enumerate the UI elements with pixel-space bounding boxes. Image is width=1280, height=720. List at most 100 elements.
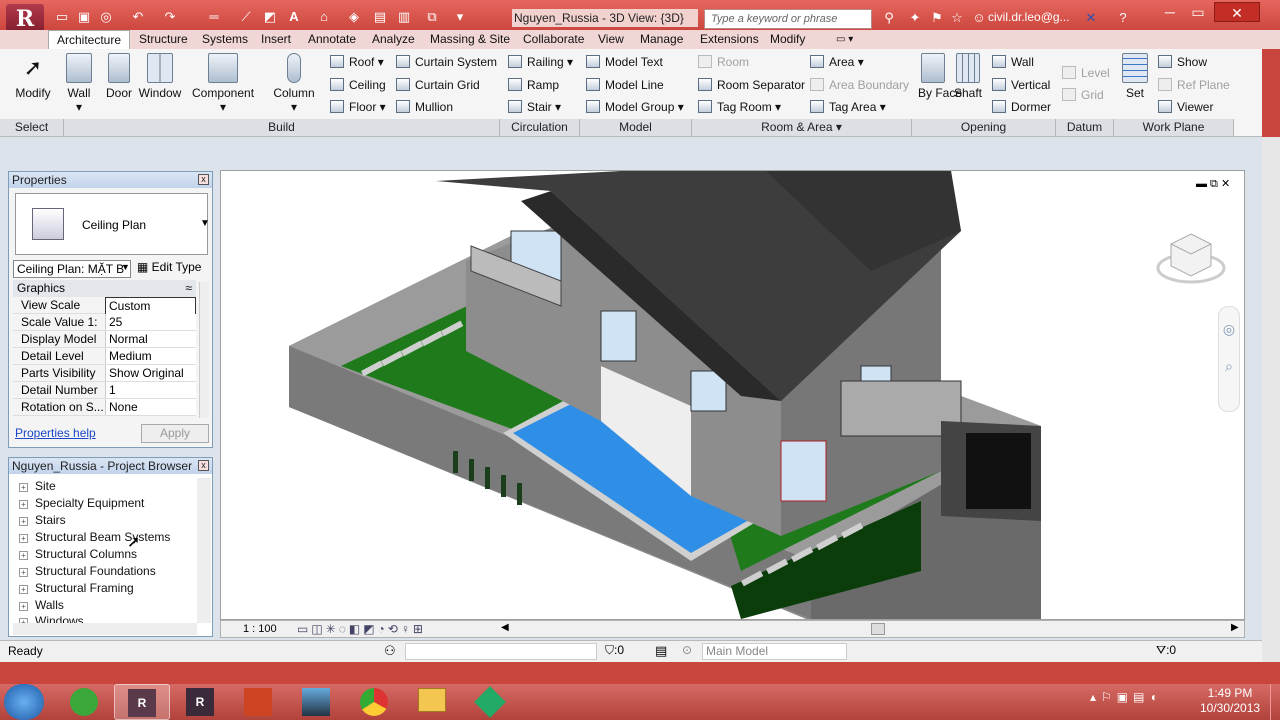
tree-item-specialty-equipment[interactable]: + Specialty Equipment: [19, 496, 144, 510]
tab-collaborate[interactable]: Collaborate: [523, 30, 584, 49]
property-row[interactable]: Display Model Normal: [13, 331, 196, 348]
property-row[interactable]: Detail Number 1: [13, 382, 196, 399]
close-icon[interactable]: x: [198, 460, 209, 471]
shaft-button[interactable]: Shaft: [952, 53, 984, 100]
signed-in-user[interactable]: civil.dr.leo@g...: [988, 10, 1070, 24]
subscription-icon[interactable]: ✦: [906, 10, 924, 26]
component-button[interactable]: Component ▾: [192, 53, 254, 114]
sync-icon[interactable]: ◎: [98, 9, 114, 25]
thin-lines-icon[interactable]: ▤: [372, 9, 388, 25]
tree-item-stairs[interactable]: + Stairs: [19, 513, 66, 527]
clock[interactable]: 1:49 PM 10/30/2013: [1200, 686, 1260, 716]
floor-button[interactable]: Floor ▾: [330, 98, 386, 116]
save-icon[interactable]: ▣: [76, 9, 92, 25]
property-value[interactable]: Normal: [105, 331, 196, 347]
filter-count[interactable]: ⛛:0: [1156, 643, 1176, 658]
search-input[interactable]: Type a keyword or phrase: [704, 9, 872, 29]
view-control-icons[interactable]: ▭◫✳◌◧◩◔⟲♀⊞: [297, 622, 426, 636]
property-value[interactable]: Custom: [105, 297, 196, 315]
qat-dropdown-icon[interactable]: ▾: [452, 9, 468, 25]
3d-view-canvas[interactable]: ▬ ⧉ ✕ ◎ ⌕: [220, 170, 1245, 621]
modify-button[interactable]: ➚ Modify: [12, 53, 54, 100]
tab-manage[interactable]: Manage: [640, 30, 683, 49]
view-scale[interactable]: 1 : 100: [243, 623, 277, 635]
communication-icon[interactable]: ⚑: [928, 10, 946, 26]
house-model-render[interactable]: [221, 171, 1244, 621]
tab-analyze[interactable]: Analyze: [372, 30, 415, 49]
ref-plane-button[interactable]: Ref Plane: [1158, 76, 1230, 94]
curtain-system-button[interactable]: Curtain System: [396, 53, 497, 71]
mullion-button[interactable]: Mullion: [396, 98, 453, 116]
expand-icon[interactable]: +: [19, 517, 28, 526]
select-group-label[interactable]: Select: [0, 119, 64, 136]
property-row[interactable]: Detail Level Medium: [13, 348, 196, 365]
view-vertical-scrollbar[interactable]: [1234, 301, 1244, 611]
expand-icon[interactable]: +: [19, 534, 28, 543]
start-button[interactable]: [4, 684, 44, 720]
tree-item-structural-foundations[interactable]: + Structural Foundations: [19, 564, 156, 578]
taskbar-explorer[interactable]: [404, 684, 460, 720]
stair-button[interactable]: Stair ▾: [508, 98, 561, 116]
dormer-button[interactable]: Dormer: [992, 98, 1051, 116]
taskbar-app-5[interactable]: [288, 684, 344, 720]
edit-type-button[interactable]: ▦ Edit Type: [137, 260, 201, 274]
tag-icon[interactable]: ◩: [262, 9, 278, 25]
tab-annotate[interactable]: Annotate: [308, 30, 356, 49]
circulation-group-label[interactable]: Circulation: [500, 119, 580, 136]
taskbar-app-4[interactable]: [230, 684, 286, 720]
tab-view[interactable]: View: [598, 30, 624, 49]
properties-help-link[interactable]: Properties help: [15, 426, 96, 440]
expand-icon[interactable]: +: [19, 568, 28, 577]
binoculars-icon[interactable]: ⚲: [880, 10, 898, 26]
property-value[interactable]: 1: [105, 382, 196, 398]
taskbar-app-8[interactable]: [462, 684, 518, 720]
tab-architecture[interactable]: Architecture: [48, 30, 131, 49]
expand-icon[interactable]: +: [19, 602, 28, 611]
select-links-icon[interactable]: ⊙: [682, 643, 692, 657]
design-options-dropdown[interactable]: [405, 643, 597, 660]
view-window-controls[interactable]: ▬ ⧉ ✕: [1196, 177, 1230, 191]
browser-vertical-scrollbar[interactable]: [197, 478, 211, 623]
tree-item-walls[interactable]: + Walls: [19, 598, 64, 612]
type-selector[interactable]: Ceiling Plan ▼: [15, 193, 210, 255]
taskbar-app-1[interactable]: [56, 684, 112, 720]
tab-systems[interactable]: Systems: [202, 30, 248, 49]
property-value[interactable]: Show Original: [105, 365, 196, 381]
window-button[interactable]: Window: [138, 53, 182, 100]
show-workplane-button[interactable]: Show: [1158, 53, 1207, 71]
taskbar-chrome[interactable]: [346, 684, 402, 720]
active-workset-dropdown[interactable]: Main Model: [702, 643, 847, 660]
datum-group-label[interactable]: Datum: [1056, 119, 1114, 136]
expand-icon[interactable]: +: [19, 551, 28, 560]
section-icon[interactable]: ◈: [346, 9, 362, 25]
vertical-opening-button[interactable]: Vertical: [992, 76, 1050, 94]
viewcube[interactable]: [1156, 226, 1226, 296]
expand-icon[interactable]: +: [19, 585, 28, 594]
ceiling-button[interactable]: Ceiling: [330, 76, 386, 94]
system-tray-icons[interactable]: ▴⚐▣▤◖: [1090, 690, 1162, 704]
room-button[interactable]: Room: [698, 53, 749, 71]
build-group-label[interactable]: Build: [64, 119, 500, 136]
tab-modify[interactable]: Modify: [770, 30, 805, 49]
railing-button[interactable]: Railing ▾: [508, 53, 573, 71]
viewer-button[interactable]: Viewer: [1158, 98, 1213, 116]
column-button[interactable]: Column ▾: [272, 53, 316, 114]
maximize-button[interactable]: ▭: [1184, 2, 1212, 22]
model-text-button[interactable]: Model Text: [586, 53, 663, 71]
user-icon[interactable]: ☺: [970, 10, 988, 26]
model-group-button[interactable]: Model Group ▾: [586, 98, 684, 116]
area-button[interactable]: Area ▾: [810, 53, 864, 71]
level-button[interactable]: Level: [1062, 64, 1110, 82]
selection-count[interactable]: ⛉:0: [605, 643, 624, 658]
measure-icon[interactable]: ═: [206, 9, 222, 25]
3d-view-icon[interactable]: ⌂: [316, 9, 332, 25]
open-icon[interactable]: ▭: [54, 9, 70, 25]
show-desktop-button[interactable]: [1270, 684, 1280, 720]
roof-button[interactable]: Roof ▾: [330, 53, 384, 71]
favorites-icon[interactable]: ☆: [948, 10, 966, 26]
redo-icon[interactable]: ↷: [162, 9, 178, 25]
text-icon[interactable]: A: [286, 9, 302, 25]
property-value[interactable]: Medium: [105, 348, 196, 364]
tree-item-structural-framing[interactable]: + Structural Framing: [19, 581, 134, 595]
property-row[interactable]: Scale Value 1: 25: [13, 314, 196, 331]
